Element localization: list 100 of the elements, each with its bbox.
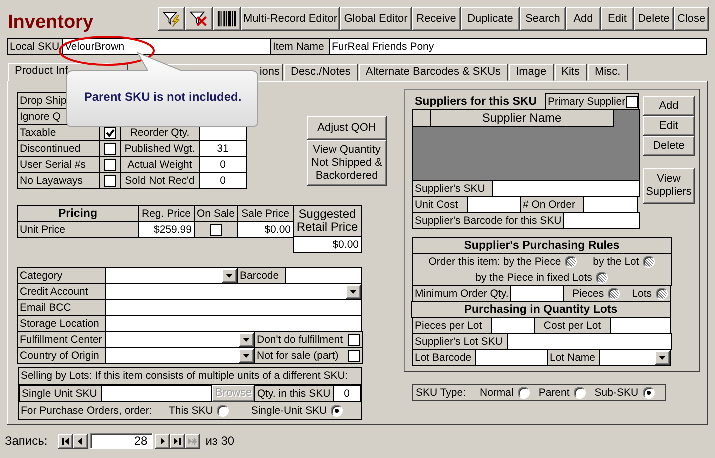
section-heading: Suppliers for this SKU	[414, 95, 538, 110]
tab[interactable]: Misc.	[588, 64, 628, 81]
toolbar-button[interactable]: Add	[566, 7, 601, 31]
input-field[interactable]: $0.00	[293, 236, 362, 253]
last-icon	[172, 436, 182, 446]
input-field[interactable]	[510, 285, 564, 302]
input-field[interactable]	[491, 317, 535, 334]
action-button[interactable]: Adjust QOH	[307, 116, 387, 140]
input-field[interactable]	[583, 196, 638, 213]
action-button[interactable]: Add	[643, 96, 695, 116]
input-field[interactable]	[467, 196, 521, 213]
first-record-button[interactable]	[58, 434, 73, 448]
combo-box[interactable]	[599, 349, 671, 366]
caret-icon	[349, 288, 358, 295]
input-field[interactable]	[105, 315, 362, 332]
radio-button[interactable]	[642, 386, 655, 398]
remove-filter-button[interactable]	[185, 7, 213, 31]
checkbox[interactable]	[210, 224, 222, 236]
action-button[interactable]: View Suppliers	[643, 168, 695, 204]
clear-filter-icon	[189, 9, 209, 29]
radio-button[interactable]	[643, 256, 656, 268]
input-field[interactable]	[285, 267, 362, 284]
input-field[interactable]: 31	[199, 140, 247, 157]
radio-button[interactable]	[608, 288, 620, 300]
radio-button[interactable]	[574, 386, 586, 398]
input-field[interactable]	[100, 385, 212, 402]
record-label: Запись:	[5, 434, 48, 448]
tab[interactable]: Alternate Barcodes & SKUs	[358, 64, 508, 81]
input-field[interactable]	[610, 317, 671, 334]
toolbar-button[interactable]: Global Editor	[340, 7, 412, 31]
combo-box[interactable]	[105, 283, 362, 300]
input-field[interactable]: $259.99	[138, 221, 195, 238]
radio-button[interactable]	[518, 386, 530, 398]
barcode-icon	[217, 9, 237, 29]
input-field[interactable]	[563, 212, 640, 229]
checkbox[interactable]	[104, 174, 116, 186]
combo-box[interactable]	[105, 267, 238, 284]
input-field[interactable]	[105, 299, 362, 316]
filter-button[interactable]	[158, 7, 185, 31]
caret-icon	[225, 272, 234, 279]
action-button[interactable]: Edit	[643, 116, 695, 136]
checkbox-label: Don't do fulfillment	[257, 332, 344, 346]
toolbar-button[interactable]: Receive	[412, 7, 461, 31]
tab[interactable]: Image	[509, 64, 554, 81]
section-heading: Supplier's Purchasing Rules	[412, 237, 672, 254]
checkbox[interactable]	[104, 126, 116, 138]
radio-label: Sub-SKU	[594, 386, 639, 400]
action-button[interactable]: Delete	[643, 136, 695, 156]
next-record-button[interactable]	[154, 434, 170, 448]
tab[interactable]: Kits	[554, 64, 587, 81]
toolbar-button[interactable]: Multi-Record Editor	[241, 7, 340, 31]
checkbox[interactable]	[348, 334, 360, 346]
record-count: из 30	[206, 434, 235, 448]
previous-record-button[interactable]	[72, 434, 88, 448]
last-record-button[interactable]	[170, 434, 185, 448]
radio-label: Parent	[538, 386, 570, 400]
checkbox[interactable]	[104, 142, 116, 154]
toolbar-button[interactable]: Delete	[634, 7, 674, 31]
action-button[interactable]: View Quantity Not Shipped & Backordered	[307, 140, 387, 186]
input-field[interactable]: 0	[199, 172, 247, 189]
checkbox-label: Not for sale (part)	[257, 348, 339, 362]
toolbar-button[interactable]: Edit	[601, 7, 634, 31]
column-header: Supplier Name	[431, 110, 614, 127]
checkbox[interactable]	[626, 96, 638, 108]
input-field[interactable]: VelourBrown	[62, 38, 271, 55]
input-field[interactable]: $0.00	[237, 221, 294, 238]
dropdown-button[interactable]	[655, 350, 670, 364]
input-field[interactable]	[506, 333, 672, 350]
checkbox[interactable]	[104, 158, 116, 170]
combo-box[interactable]	[105, 347, 255, 364]
checkbox-label: Primary Supplier	[548, 94, 626, 108]
radio-button[interactable]	[656, 288, 668, 300]
toolbar-button[interactable]: Duplicate	[461, 7, 520, 31]
field-label: SKU Type:	[416, 386, 466, 400]
radio-button[interactable]	[217, 404, 230, 416]
input-field[interactable]: 0	[333, 385, 361, 402]
barcode-button[interactable]	[213, 7, 241, 31]
radio-label: Normal	[480, 386, 514, 400]
input-field[interactable]: 0	[199, 156, 247, 173]
input-field[interactable]: FurReal Friends Pony	[329, 38, 707, 55]
record-number-field[interactable]: 28	[90, 433, 153, 449]
checkbox[interactable]	[348, 350, 360, 362]
filter-icon	[162, 9, 181, 29]
input-field[interactable]	[475, 349, 548, 366]
radio-button[interactable]	[565, 256, 578, 268]
dropdown-button[interactable]	[239, 348, 254, 362]
toolbar-button[interactable]: Search	[520, 7, 566, 31]
field-label: Minimum Order Qty.	[412, 285, 511, 302]
dropdown-button[interactable]	[239, 332, 254, 346]
radio-label: This SKU	[169, 404, 214, 418]
row-label: Unit Price	[17, 221, 139, 238]
toolbar-button[interactable]: Close	[674, 7, 709, 31]
dropdown-button[interactable]	[222, 268, 237, 282]
input-field[interactable]	[492, 180, 640, 197]
combo-box[interactable]	[105, 331, 255, 348]
new-record-button[interactable]	[184, 434, 200, 448]
radio-button[interactable]	[331, 404, 344, 416]
tab[interactable]: Desc./Notes	[284, 64, 358, 81]
dropdown-button[interactable]	[346, 284, 361, 298]
radio-button[interactable]	[596, 272, 608, 284]
